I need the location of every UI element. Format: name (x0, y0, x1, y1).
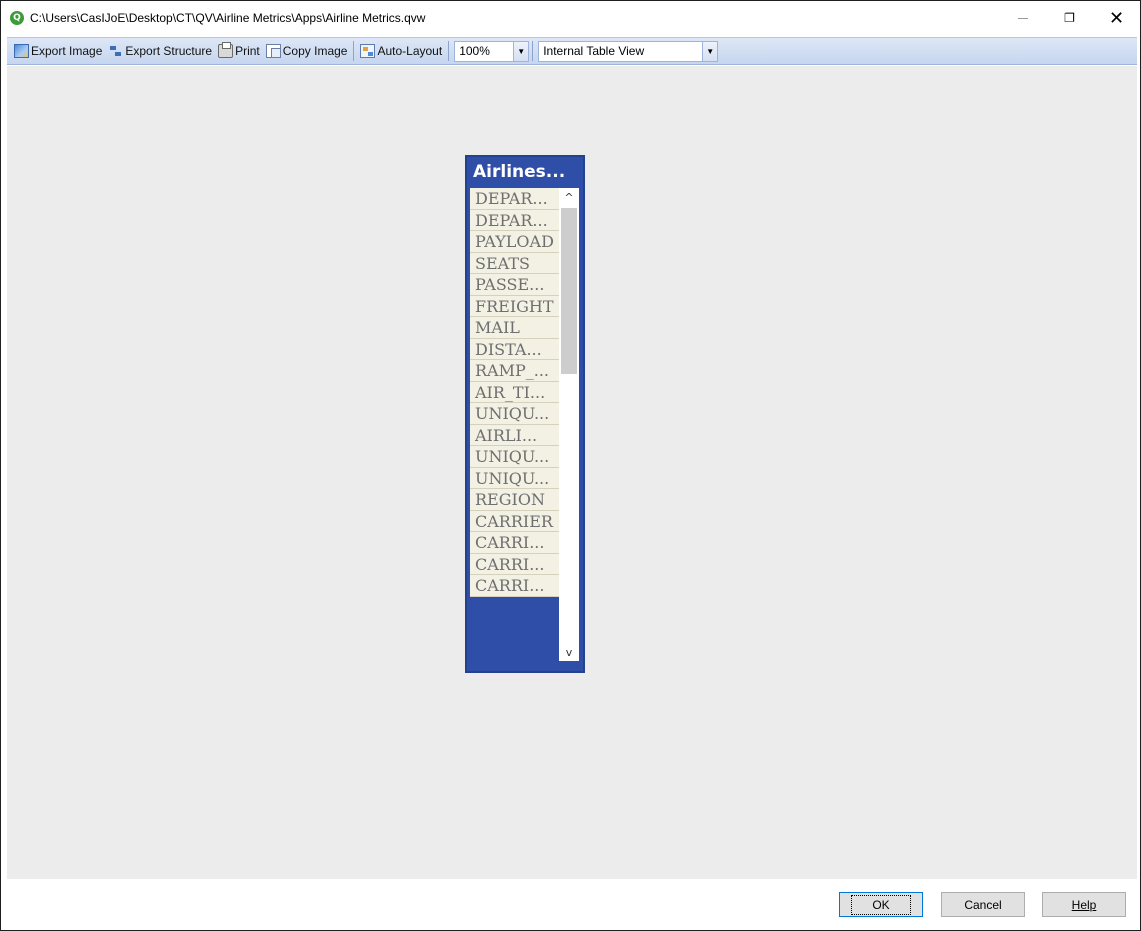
toolbar-separator (532, 41, 534, 61)
close-button[interactable]: ✕ (1093, 1, 1140, 35)
auto-layout-label: Auto-Layout (377, 44, 443, 58)
view-select[interactable]: Internal Table View ▼ (538, 40, 719, 62)
export-image-icon (14, 44, 29, 58)
field-row[interactable]: DEPAR... (470, 209, 559, 231)
field-row[interactable]: CARRIER (470, 510, 559, 532)
print-button[interactable]: Print (215, 40, 263, 62)
window-controls: ❐ ✕ (999, 1, 1140, 35)
help-label: Help (1071, 897, 1097, 912)
copy-image-label: Copy Image (282, 44, 348, 58)
scroll-thumb[interactable] (561, 208, 577, 374)
field-row[interactable]: AIRLI... (470, 424, 559, 446)
scroll-up-icon[interactable]: ^ (559, 188, 579, 206)
toolbar-separator (448, 41, 450, 61)
zoom-value: 100% (459, 44, 490, 58)
export-structure-button[interactable]: Export Structure (105, 40, 215, 62)
export-image-label: Export Image (31, 44, 103, 58)
ok-button[interactable]: OK (839, 892, 923, 917)
export-structure-label: Export Structure (125, 44, 213, 58)
cancel-label: Cancel (964, 897, 1002, 912)
field-row[interactable]: FREIGHT (470, 295, 559, 317)
cancel-button[interactable]: Cancel (941, 892, 1025, 917)
field-row[interactable]: REGION (470, 489, 559, 511)
ok-label: OK (851, 894, 911, 915)
field-row[interactable]: MAIL (470, 317, 559, 339)
copy-icon (265, 44, 281, 58)
qlikview-app-icon: Q (10, 11, 24, 25)
field-row[interactable]: AIR_TI... (470, 381, 559, 403)
table-scrollbar[interactable]: ^ v (559, 188, 579, 661)
resize-grip-icon[interactable] (1126, 916, 1136, 926)
chevron-down-icon[interactable]: ▼ (513, 41, 529, 61)
window-title: C:\Users\CasIJoE\Desktop\CT\QV\Airline M… (30, 11, 426, 25)
field-row[interactable]: CARRI... (470, 553, 559, 575)
field-list[interactable]: DEPAR... DEPAR... PAYLOAD SEATS PASSE... FREI… (470, 188, 559, 597)
scroll-down-icon[interactable]: v (559, 643, 579, 661)
auto-layout-button[interactable]: Auto-Layout (357, 40, 445, 62)
field-row[interactable]: RAMP_... (470, 360, 559, 382)
print-label: Print (235, 44, 260, 58)
table-viewer-window: Q C:\Users\CasIJoE\Desktop\CT\QV\Airline… (0, 0, 1141, 931)
restore-button[interactable]: ❐ (1046, 1, 1093, 35)
minimize-button[interactable] (999, 1, 1046, 35)
export-structure-icon (108, 44, 123, 58)
field-row[interactable]: CARRI... (470, 532, 559, 554)
toolbar-separator (353, 41, 355, 61)
close-icon: ✕ (1108, 7, 1125, 29)
zoom-select[interactable]: 100% ▼ (454, 40, 530, 62)
airlines-table-box[interactable]: Airlines... DEPAR... DEPAR... PAYLOAD SEATS… (465, 155, 585, 673)
field-row[interactable]: UNIQU... (470, 467, 559, 489)
table-title[interactable]: Airlines... (469, 159, 581, 185)
field-row[interactable]: PAYLOAD (470, 231, 559, 253)
table-view-canvas[interactable]: Airlines... DEPAR... DEPAR... PAYLOAD SEATS… (7, 66, 1137, 879)
export-image-button[interactable]: Export Image (11, 40, 105, 62)
field-row[interactable]: DEPAR... (470, 188, 559, 210)
field-row[interactable]: UNIQU... (470, 403, 559, 425)
minimize-icon (1017, 17, 1028, 19)
help-button[interactable]: Help (1042, 892, 1126, 917)
field-row[interactable]: SEATS (470, 252, 559, 274)
auto-layout-icon (360, 44, 376, 58)
field-row[interactable]: CARRI... (470, 575, 559, 597)
copy-image-button[interactable]: Copy Image (263, 40, 351, 62)
restore-icon: ❐ (1064, 11, 1075, 25)
view-value: Internal Table View (543, 44, 645, 58)
field-row[interactable]: DISTA... (470, 338, 559, 360)
field-row[interactable]: UNIQU... (470, 446, 559, 468)
title-bar: Q C:\Users\CasIJoE\Desktop\CT\QV\Airline… (1, 1, 1140, 35)
field-row[interactable]: PASSE... (470, 274, 559, 296)
printer-icon (218, 42, 234, 58)
toolbar: Export Image Export Structure Print Copy… (7, 37, 1137, 65)
chevron-down-icon[interactable]: ▼ (702, 41, 718, 61)
